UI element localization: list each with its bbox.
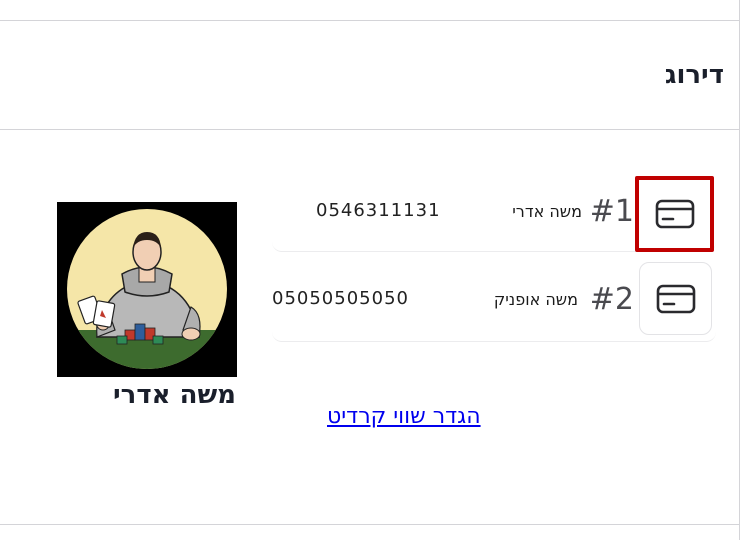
card-button[interactable] xyxy=(639,262,712,335)
ranking-row: #2 משה אופניק 05050505050 xyxy=(272,262,716,342)
section-title: דירוג xyxy=(664,60,724,90)
ranking-row: #1 משה אדרי 0546311131 xyxy=(272,172,716,252)
row-phone: 05050505050 xyxy=(272,288,409,309)
card-button[interactable] xyxy=(635,176,714,252)
rank-number: #2 xyxy=(589,282,634,317)
right-border xyxy=(739,0,740,540)
header-divider xyxy=(0,129,740,130)
set-credit-link[interactable]: הגדר שווי קרדיט xyxy=(327,404,481,429)
credit-card-icon xyxy=(655,199,694,229)
bottom-divider xyxy=(0,524,740,525)
row-name: משה אדרי xyxy=(512,202,582,221)
row-phone: 0546311131 xyxy=(316,200,441,221)
avatar xyxy=(57,202,237,377)
rank-number: #1 xyxy=(589,194,634,229)
row-name: משה אופניק xyxy=(493,290,578,309)
credit-card-icon xyxy=(656,284,695,313)
top-divider xyxy=(0,20,740,21)
poker-player-avatar-icon xyxy=(67,209,227,369)
profile-name: משה אדרי xyxy=(113,380,236,410)
